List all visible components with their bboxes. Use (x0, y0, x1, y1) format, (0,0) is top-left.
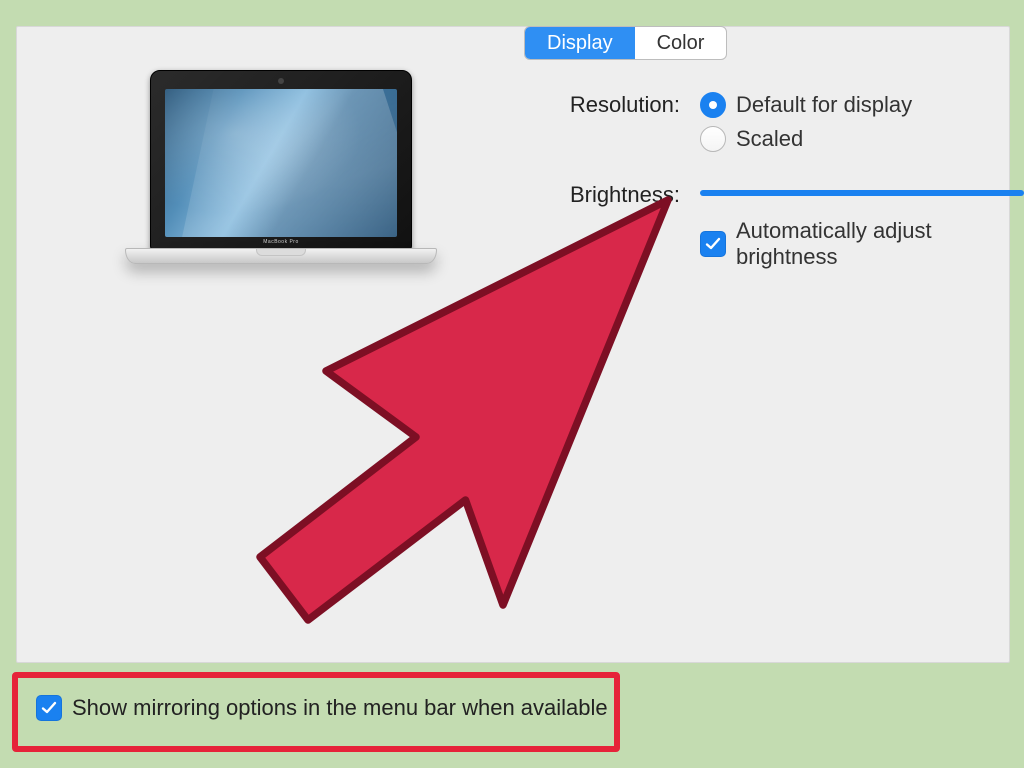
checkbox-checked-icon (36, 695, 62, 721)
show-mirroring-checkbox[interactable]: Show mirroring options in the menu bar w… (36, 695, 608, 721)
tab-display-label: Display (547, 32, 613, 55)
auto-brightness-checkbox[interactable]: Automatically adjust brightness (700, 218, 1024, 270)
tab-color-label: Color (657, 32, 705, 55)
show-mirroring-label: Show mirroring options in the menu bar w… (72, 695, 608, 721)
radio-default-for-display[interactable]: Default for display (700, 88, 912, 122)
resolution-label: Resolution: (540, 92, 680, 118)
radio-icon (700, 92, 726, 118)
resolution-radio-group: Default for display Scaled (700, 88, 912, 156)
display-thumbnail: MacBook Pro (125, 70, 435, 300)
brightness-slider[interactable] (700, 190, 1024, 196)
tab-bar: Display Color (524, 26, 727, 60)
tab-color[interactable]: Color (635, 27, 727, 59)
radio-icon (700, 126, 726, 152)
brightness-label: Brightness: (540, 182, 680, 208)
laptop-model-label: MacBook Pro (263, 239, 299, 245)
radio-default-label: Default for display (736, 92, 912, 118)
auto-brightness-label: Automatically adjust brightness (736, 218, 1024, 270)
radio-scaled[interactable]: Scaled (700, 122, 912, 156)
radio-scaled-label: Scaled (736, 126, 803, 152)
tab-display[interactable]: Display (525, 27, 635, 59)
checkbox-checked-icon (700, 231, 726, 257)
